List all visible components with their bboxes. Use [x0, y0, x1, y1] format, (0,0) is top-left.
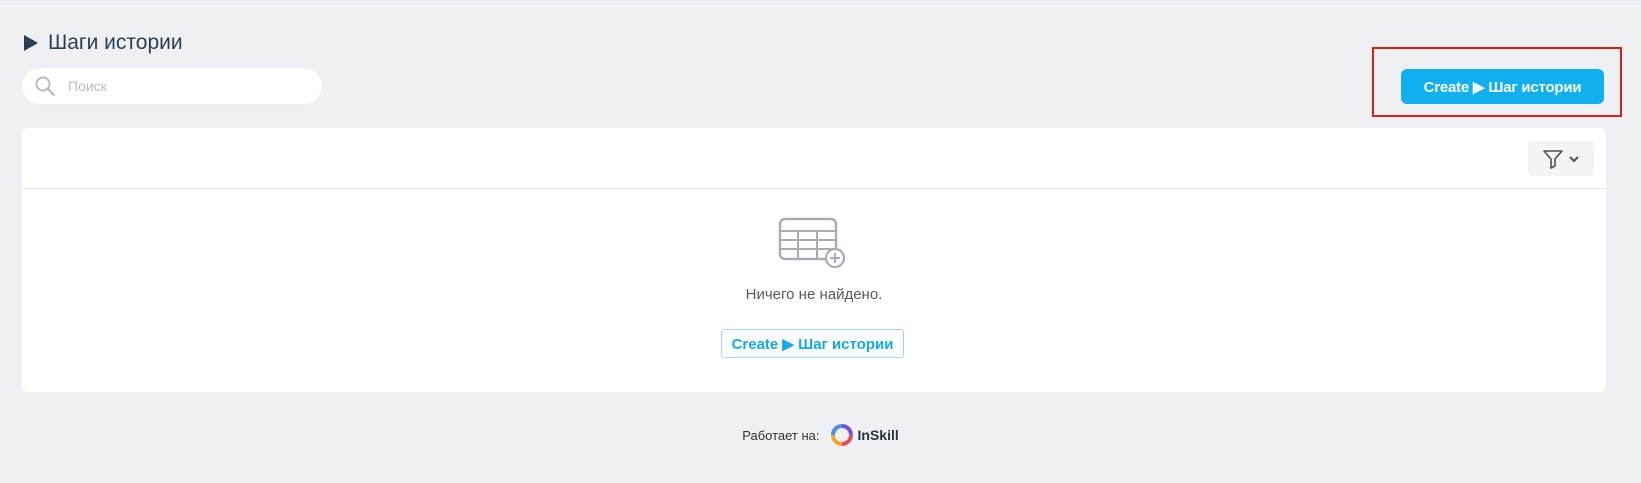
page-title-text: Шаги истории — [48, 31, 183, 54]
search-input[interactable] — [66, 70, 300, 102]
brand-link[interactable]: InSkill — [830, 423, 899, 447]
empty-state: Ничего не найдено. Create ▶ Шаг истории — [22, 189, 1606, 392]
footer: Работает на: InSkill — [0, 423, 1641, 447]
create-step-button[interactable]: Create ▶ Шаг истории — [1401, 69, 1604, 104]
search-box[interactable] — [22, 68, 322, 104]
chevron-down-icon — [1569, 155, 1579, 162]
filter-button[interactable] — [1528, 141, 1594, 176]
search-icon — [35, 76, 56, 97]
filter-icon — [1543, 149, 1563, 169]
table-header — [22, 128, 1606, 189]
page-title: Шаги истории — [22, 28, 183, 58]
table-panel: Ничего не найдено. Create ▶ Шаг истории — [22, 128, 1606, 392]
play-triangle-icon — [24, 35, 38, 51]
table-add-icon — [778, 217, 846, 269]
brand-name: InSkill — [857, 427, 899, 443]
top-divider — [0, 0, 1641, 1]
empty-create-button[interactable]: Create ▶ Шаг истории — [721, 329, 904, 358]
powered-by-label: Работает на: — [742, 427, 820, 443]
empty-message: Ничего не найдено. — [745, 286, 883, 303]
inskill-logo-icon — [830, 424, 853, 446]
